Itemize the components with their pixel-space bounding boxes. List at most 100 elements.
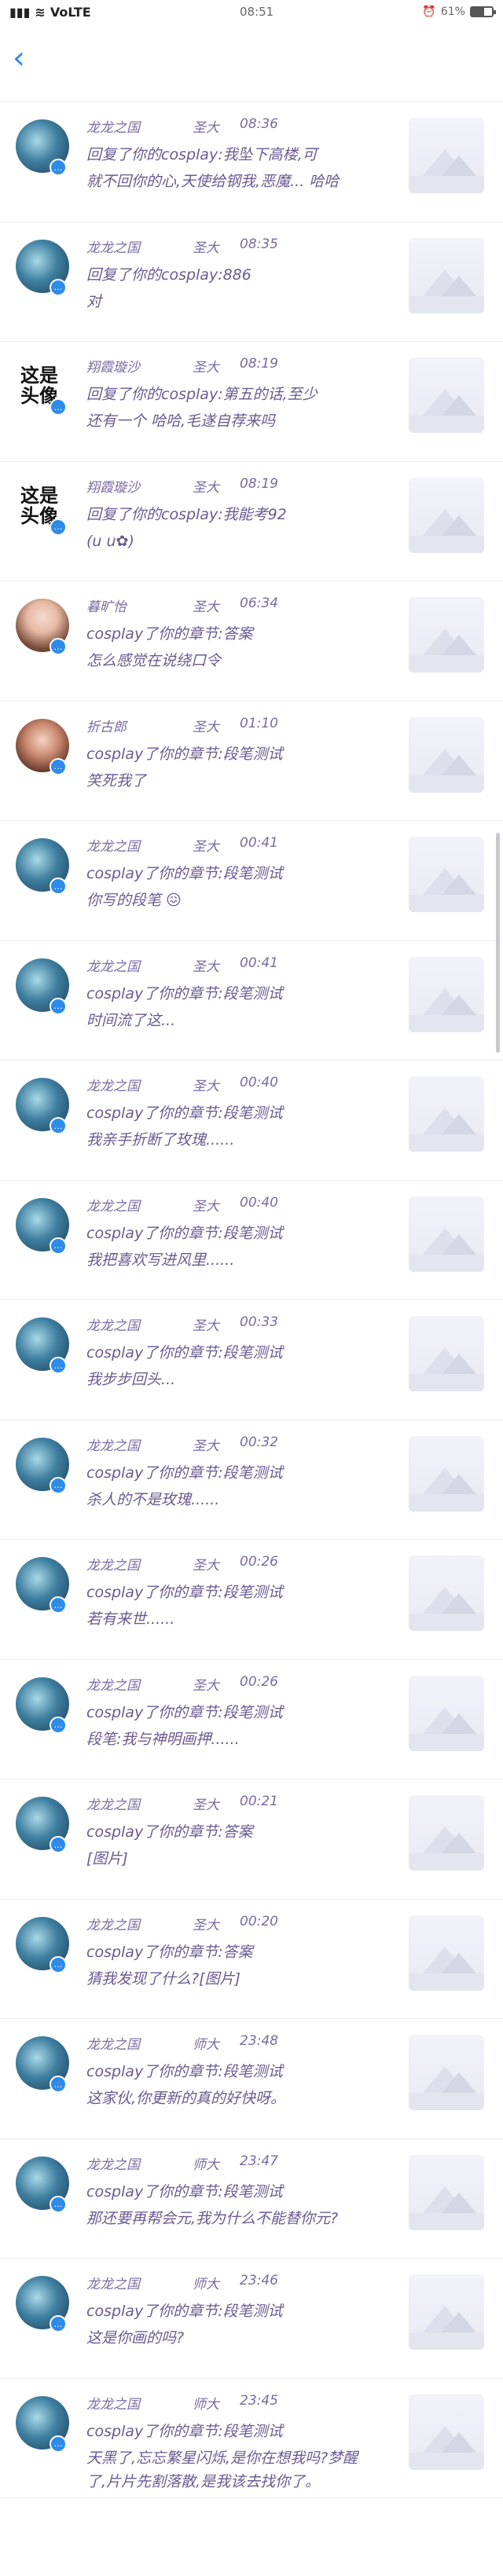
placeholder-shape — [409, 1374, 484, 1391]
user-role: 师大 — [193, 2156, 219, 2173]
message-header: cosplay了你的章节:段笔测试 — [86, 2182, 283, 2200]
user-role: 圣大 — [193, 1438, 219, 1454]
image-placeholder-icon[interactable] — [409, 1196, 484, 1272]
image-placeholder-icon[interactable] — [409, 1435, 484, 1512]
image-placeholder-icon[interactable] — [409, 956, 484, 1032]
image-placeholder-icon[interactable] — [409, 1555, 484, 1631]
user-name: 翔霞璇沙 — [86, 360, 140, 376]
user-name: 龙龙之国 — [86, 240, 140, 256]
user-name: 龙龙之国 — [86, 1558, 140, 1574]
status-right: ⏰ 61% — [422, 5, 496, 18]
placeholder-shape — [409, 1254, 484, 1272]
list-item[interactable]: … 龙龙之国 师大 23:45 cosplay了你的章节:段笔测试 天黑了,忘忘繁星闪烁,… — [0, 2379, 503, 2498]
list-item[interactable]: … 龙龙之国 圣大 08:35 回复了你的cosplay:886 对 — [0, 222, 503, 342]
image-placeholder-icon[interactable] — [409, 118, 484, 193]
image-placeholder-icon[interactable] — [409, 2154, 484, 2230]
message-header: cosplay了你的章节:段笔测试 — [86, 1584, 283, 1601]
notification-list: … 龙龙之国 圣大 08:36 回复了你的cosplay:我坠下高楼,可 就不回你的心,天… — [0, 102, 503, 2498]
user-name: 龙龙之国 — [86, 1438, 140, 1454]
image-placeholder-icon[interactable] — [409, 597, 484, 672]
message-header: cosplay了你的章节:答案 — [86, 625, 253, 643]
user-name: 暮旷怡 — [86, 599, 127, 615]
user-name: 翔霞璇沙 — [86, 479, 140, 496]
message-body: 你写的段笔 😖 — [86, 892, 182, 909]
list-item[interactable]: … 龙龙之国 圣大 00:41 cosplay了你的章节:段笔测试 时间流了这... — [0, 941, 503, 1061]
list-item[interactable]: … 折古郎 圣大 01:10 cosplay了你的章节:段笔测试 笑死我了 — [0, 702, 503, 821]
image-placeholder-icon[interactable] — [409, 357, 484, 433]
image-placeholder-icon[interactable] — [409, 1915, 484, 1991]
placeholder-shape — [409, 1614, 484, 1631]
timestamp: 06:34 — [240, 595, 278, 611]
list-item[interactable]: … 龙龙之国 圣大 00:26 cosplay了你的章节:段笔测试 段笔:我与神明画押..… — [0, 1660, 503, 1779]
placeholder-shape — [409, 1733, 484, 1751]
comment-badge-icon: … — [50, 1117, 67, 1134]
placeholder-shape — [409, 1014, 484, 1032]
image-placeholder-icon[interactable] — [409, 1795, 484, 1871]
image-placeholder-icon[interactable] — [409, 1076, 484, 1152]
timestamp: 00:26 — [240, 1554, 278, 1570]
status-time: 08:51 — [239, 5, 274, 19]
placeholder-shape — [442, 635, 476, 655]
image-placeholder-icon[interactable] — [409, 716, 484, 793]
placeholder-shape — [409, 1973, 484, 1991]
message-body: 时间流了这... — [86, 1011, 176, 1029]
message-header: cosplay了你的章节:答案 — [86, 1823, 253, 1841]
network-label: VoLTE — [50, 4, 91, 20]
placeholder-shape — [409, 416, 484, 433]
list-item[interactable]: … 龙龙之国 师大 23:48 cosplay了你的章节:段笔测试 这家伙,你更新的真的好… — [0, 2019, 503, 2139]
user-name: 龙龙之国 — [86, 2037, 140, 2053]
back-button[interactable]: ‹ — [13, 42, 41, 74]
list-item[interactable]: … 龙龙之国 师大 23:47 cosplay了你的章节:段笔测试 那还要再帮会元,我为什… — [0, 2139, 503, 2259]
comment-badge-icon: … — [50, 398, 67, 416]
message-body: 若有来世...... — [86, 1610, 175, 1628]
placeholder-shape — [442, 2072, 476, 2093]
placeholder-shape — [409, 895, 484, 912]
battery-fill — [471, 8, 484, 16]
list-item[interactable]: … 龙龙之国 圣大 00:26 cosplay了你的章节:段笔测试 若有来世...... — [0, 1540, 503, 1660]
scrollbar[interactable] — [496, 833, 500, 1053]
list-item[interactable]: … 龙龙之国 圣大 00:33 cosplay了你的章节:段笔测试 我步步回头... — [0, 1300, 503, 1420]
image-placeholder-icon[interactable] — [409, 837, 484, 912]
list-item[interactable]: … 龙龙之国 圣大 00:20 cosplay了你的章节:答案 猜我发现了什么?[图片] — [0, 1900, 503, 2019]
timestamp: 08:36 — [240, 116, 278, 132]
alarm-icon: ⏰ — [422, 5, 436, 18]
message-header: 回复了你的cosplay:886 — [86, 266, 252, 284]
user-name: 龙龙之国 — [86, 1198, 140, 1215]
timestamp: 00:41 — [240, 835, 278, 851]
message-body: 段笔:我与神明画押...... — [86, 1730, 240, 1748]
placeholder-shape — [442, 1593, 476, 1614]
comment-badge-icon: … — [50, 1476, 67, 1494]
timestamp: 00:33 — [240, 1314, 278, 1330]
image-placeholder-icon[interactable] — [409, 2035, 484, 2110]
user-role: 师大 — [193, 2037, 219, 2053]
comment-badge-icon: … — [50, 1836, 67, 1853]
list-item[interactable]: … 龙龙之国 圣大 00:21 cosplay了你的章节:答案 [图片] — [0, 1779, 503, 1900]
comment-badge-icon: … — [50, 2076, 67, 2093]
list-item[interactable]: … 龙龙之国 圣大 00:41 cosplay了你的章节:段笔测试 你写的段笔 😖 — [0, 821, 503, 941]
message-body: 还有一个 哈哈,毛遂自荐来吗 — [86, 412, 276, 430]
user-name: 龙龙之国 — [86, 120, 140, 136]
image-placeholder-icon[interactable] — [409, 1316, 484, 1391]
list-item[interactable]: … 龙龙之国 圣大 00:32 cosplay了你的章节:段笔测试 杀人的不是玫瑰....… — [0, 1420, 503, 1540]
list-item[interactable]: … 龙龙之国 圣大 00:40 cosplay了你的章节:段笔测试 我亲手折断了玫瑰...… — [0, 1061, 503, 1181]
placeholder-shape — [442, 754, 476, 775]
image-placeholder-icon[interactable] — [409, 1675, 484, 1751]
list-item[interactable]: … 龙龙之国 圣大 00:40 cosplay了你的章节:段笔测试 我把喜欢写进风里...… — [0, 1181, 503, 1300]
image-placeholder-icon[interactable] — [409, 477, 484, 553]
list-item[interactable]: … 龙龙之国 师大 23:46 cosplay了你的章节:段笔测试 这是你画的吗? — [0, 2259, 503, 2379]
timestamp: 23:46 — [240, 2273, 278, 2288]
timestamp: 00:40 — [240, 1075, 278, 1090]
list-item[interactable]: … 暮旷怡 圣大 06:34 cosplay了你的章节:答案 怎么感觉在说绕口令 — [0, 581, 503, 702]
placeholder-shape — [442, 515, 476, 536]
list-item[interactable]: 这是 头像… 翔霞璇沙 圣大 08:19 回复了你的cosplay:我能考92 (u u✿) — [0, 462, 503, 581]
image-placeholder-icon[interactable] — [409, 2274, 484, 2350]
message-header: cosplay了你的章节:段笔测试 — [86, 745, 283, 763]
list-item[interactable]: … 龙龙之国 圣大 08:36 回复了你的cosplay:我坠下高楼,可 就不回你的心,天… — [0, 102, 503, 222]
list-item[interactable]: 这是 头像… 翔霞璇沙 圣大 08:19 回复了你的cosplay:第五的话,至少 还有一个… — [0, 342, 503, 462]
timestamp: 08:19 — [240, 475, 278, 492]
placeholder-shape — [409, 1134, 484, 1152]
timestamp: 08:35 — [240, 236, 278, 252]
image-placeholder-icon[interactable] — [409, 237, 484, 313]
status-bar: ▮▮▮ ≋ VoLTE 08:51 ⏰ 61% — [0, 0, 503, 24]
image-placeholder-icon[interactable] — [409, 2394, 484, 2470]
